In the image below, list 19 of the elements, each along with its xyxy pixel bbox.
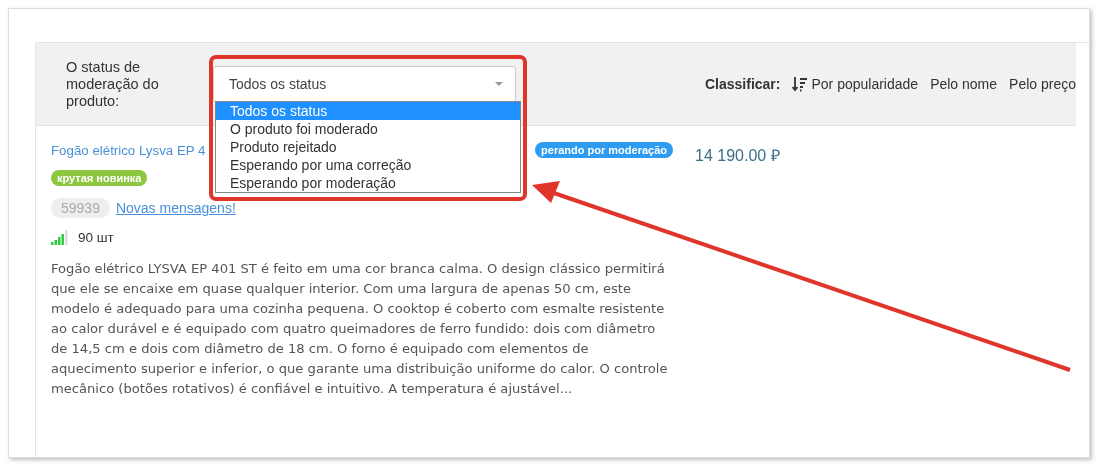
sort-descending-icon bbox=[792, 76, 809, 92]
status-select[interactable]: Todos os status bbox=[213, 66, 516, 102]
filter-label: O status de moderação do produto: bbox=[66, 58, 160, 110]
product-price: 14 190.00 ₽ bbox=[695, 146, 780, 166]
dropdown-option[interactable]: Produto rejeitado bbox=[216, 138, 520, 156]
product-id: 59939 bbox=[51, 198, 110, 218]
product-tag: крутая новинка bbox=[51, 170, 148, 186]
sort-label: Classificar: bbox=[705, 76, 781, 92]
caret-icon bbox=[495, 82, 503, 86]
dropdown-option[interactable]: Esperando por moderação bbox=[216, 174, 520, 192]
dropdown-option[interactable]: Esperando por uma correção bbox=[216, 156, 520, 174]
sort-option[interactable]: Pelo preço bbox=[1009, 76, 1076, 92]
sort-option[interactable]: Por popularidade bbox=[792, 76, 919, 92]
status-badge: perando por moderação bbox=[535, 142, 673, 158]
stock-level-icon bbox=[51, 230, 68, 245]
sort-option[interactable]: Pelo nome bbox=[930, 76, 998, 92]
stock-count: 90 шт bbox=[78, 230, 114, 245]
dropdown-option[interactable]: O produto foi moderado bbox=[216, 120, 520, 138]
product-description: Fogão elétrico LYSVA EP 401 ST é feito em uma cor branca calma. O design clássico permitirá que ele se encaixe em quase qualquer interior. Com uma largura de apenas 50 cm, este modelo é adequado para uma cozinha pequena. O cooktop é coberto com esmalte resistente ao calor durável e é equipado com quatro queimadores de ferro fundido: dois com diâmetro de 14,5 cm e dois com diâmetro de 18 cm. O forno é equipado com elementos de aquecimento superior e inferior, o que garante uma distribuição uniforme do calor. O controle mecânico (botões rotativos) é confiável e intuitivo. A temperatura é ajustável... bbox=[51, 260, 669, 398]
